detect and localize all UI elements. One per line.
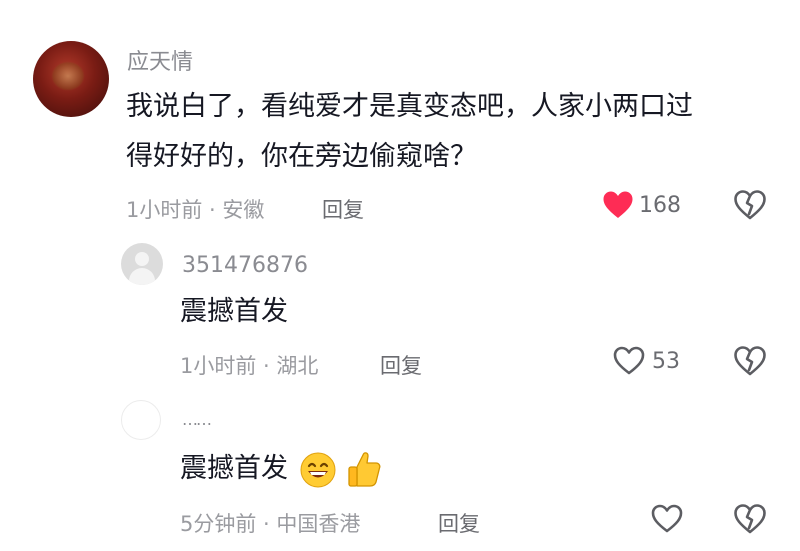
like-button[interactable] [602,190,634,220]
broken-heart-icon [734,190,766,220]
comment-username[interactable]: 应天情 [127,44,193,76]
avatar[interactable] [121,243,163,285]
comment-text: 震撼首发 [180,296,288,327]
reply-button[interactable]: 回复 [322,194,364,224]
comment-time-location: 1小时前 · 安徽 [126,198,265,222]
like-button[interactable] [613,346,645,376]
reply-button[interactable]: 回复 [380,350,422,380]
comment-text-line-2: 得好好的，你在旁边偷窥啥？ [126,141,477,172]
like-count: 53 [652,349,680,374]
comment-text: 震撼首发 [180,453,288,484]
grinning-face-emoji [299,451,337,489]
broken-heart-icon [734,504,766,534]
comment-username[interactable]: …… [182,410,212,429]
heart-filled-icon [602,190,634,220]
heart-outline-icon [613,346,645,376]
avatar[interactable] [121,400,161,440]
comment-username[interactable]: 351476876 [182,253,308,278]
avatar[interactable] [33,41,109,117]
like-button[interactable] [651,504,683,534]
comment-text-line-1: 我说白了，看纯爱才是真变态吧，人家小两口过 [126,91,693,122]
heart-outline-icon [651,504,683,534]
dislike-button[interactable] [734,504,766,534]
reply-button[interactable]: 回复 [438,508,480,538]
comment-time-location: 1小时前 · 湖北 [180,354,319,378]
dislike-button[interactable] [734,346,766,376]
dislike-button[interactable] [734,190,766,220]
thumbs-up-emoji [345,449,383,489]
like-count: 168 [639,193,681,218]
comment-time-location: 5分钟前 · 中国香港 [180,512,361,536]
broken-heart-icon [734,346,766,376]
